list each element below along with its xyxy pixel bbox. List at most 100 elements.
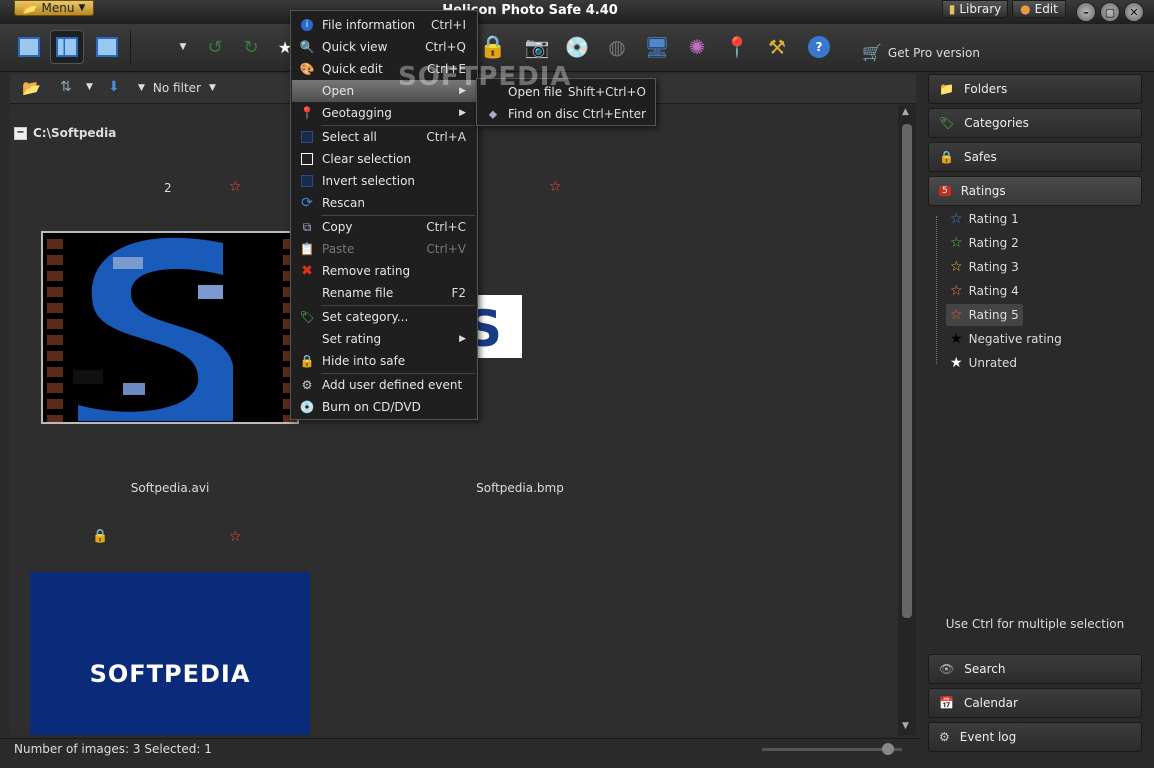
layout-left-button[interactable]: [12, 30, 46, 64]
effects-icon: ✺: [688, 35, 706, 59]
submenu-arrow-icon: ▶: [459, 334, 466, 344]
sort-direction-button[interactable]: ⬇: [108, 79, 120, 95]
menu-item-copy[interactable]: ⧉ Copy Ctrl+C: [292, 216, 476, 238]
tag-icon: 🏷: [299, 310, 315, 324]
panel-folders-button[interactable]: 📁 Folders: [928, 74, 1142, 104]
unrated-item[interactable]: ★ Unrated: [946, 352, 1021, 374]
menu-item-remove-rating[interactable]: ✖ Remove rating: [292, 260, 476, 282]
rating-5-item[interactable]: ☆ Rating 5: [946, 304, 1023, 326]
library-button[interactable]: ▮ Library: [942, 0, 1008, 18]
rating-1-item[interactable]: ☆ Rating 1: [946, 208, 1023, 230]
menu-item-label: Invert selection: [322, 174, 416, 188]
sort-dropdown[interactable]: ▼: [86, 82, 93, 92]
menu-item-file-information[interactable]: i File information Ctrl+I: [292, 14, 476, 36]
add-folder-icon: 📂: [22, 79, 41, 97]
rating-star-icon: ☆: [229, 179, 242, 195]
menu-item-quick-edit[interactable]: 🎨 Quick edit Ctrl+E: [292, 58, 476, 80]
tools-button[interactable]: ⚒: [760, 30, 794, 64]
menu-item-open[interactable]: Open ▶: [292, 80, 476, 102]
submenu-item-open-file[interactable]: Open file Shift+Ctrl+O: [478, 81, 656, 103]
remove-icon: ✖: [301, 263, 313, 279]
camera-button[interactable]: 📷: [520, 30, 554, 64]
scrollbar-thumb[interactable]: [902, 124, 912, 618]
menu-item-select-all[interactable]: Select all Ctrl+A: [292, 126, 476, 148]
layout-right-button[interactable]: [90, 30, 124, 64]
invert-selection-icon: [301, 175, 313, 187]
calendar-icon: 📅: [939, 696, 954, 710]
submenu-item-find-on-disc[interactable]: ⬥ Find on disc Ctrl+Enter: [478, 103, 656, 125]
collapse-icon[interactable]: −: [14, 126, 27, 140]
zoom-slider-handle[interactable]: [882, 743, 894, 755]
menu-item-hide-into-safe[interactable]: 🔒 Hide into safe: [292, 350, 476, 372]
layout-center-icon: [56, 37, 78, 57]
tag-icon: 🏷: [939, 116, 955, 130]
menu-item-set-rating[interactable]: Set rating ▶: [292, 328, 476, 350]
menu-item-paste[interactable]: 📋 Paste Ctrl+V: [292, 238, 476, 260]
menu-item-burn-on-cd-dvd[interactable]: 💿 Burn on CD/DVD: [292, 396, 476, 418]
scroll-up-icon[interactable]: ▲: [902, 107, 909, 117]
effects-button[interactable]: ✺: [680, 30, 714, 64]
rating-2-item[interactable]: ☆ Rating 2: [946, 232, 1023, 254]
minimize-button[interactable]: –: [1076, 2, 1096, 22]
panel-calendar-button[interactable]: 📅 Calendar: [928, 688, 1142, 718]
thumbnail-caption: Softpedia.bmp: [476, 481, 564, 495]
safe-button[interactable]: 🔒: [476, 30, 510, 64]
menu-item-clear-selection[interactable]: Clear selection: [292, 148, 476, 170]
edit-button[interactable]: ● Edit: [1012, 0, 1066, 18]
rating-3-item[interactable]: ☆ Rating 3: [946, 256, 1023, 278]
maximize-button[interactable]: ▢: [1100, 2, 1120, 22]
rating-item-label: Rating 5: [968, 308, 1019, 322]
menu-item-quick-view[interactable]: 🔍 Quick view Ctrl+Q: [292, 36, 476, 58]
categories-label: Categories: [964, 116, 1029, 130]
rating-4-item[interactable]: ☆ Rating 4: [946, 280, 1023, 302]
monitor-icon: 🖥: [644, 35, 670, 59]
menu-item-set-category[interactable]: 🏷 Set category...: [292, 306, 476, 328]
menu-item-label: Clear selection: [322, 152, 412, 166]
rating-badge-icon: 5: [939, 186, 951, 196]
negative-rating-item[interactable]: ★ Negative rating: [946, 328, 1066, 350]
help-button[interactable]: ?: [802, 30, 836, 64]
event-log-label: Event log: [959, 730, 1017, 744]
add-folder-button[interactable]: 📂: [22, 79, 41, 97]
menu-item-add-user-defined-event[interactable]: ⚙ Add user defined event: [292, 374, 476, 396]
chevron-down-icon: ▼: [78, 3, 86, 13]
dropdown-button[interactable]: ▼: [166, 30, 200, 64]
menu-item-label: Geotagging: [322, 106, 392, 120]
menu-item-label: Add user defined event: [322, 378, 463, 392]
folder-path: C:\Softpedia: [33, 126, 117, 140]
disc-icon: 💿: [564, 35, 590, 59]
rotate-left-button[interactable]: ↺: [198, 30, 232, 64]
panel-search-button[interactable]: 👁 Search: [928, 654, 1142, 684]
minimize-icon: –: [1083, 5, 1089, 19]
layout-center-button[interactable]: [50, 30, 84, 64]
globe-button[interactable]: ◍: [600, 30, 634, 64]
star-icon: ☆: [950, 235, 963, 251]
star-icon: ☆: [950, 259, 963, 275]
get-pro-link[interactable]: 🛒 Get Pro version: [862, 43, 980, 62]
panel-ratings-button[interactable]: 5 Ratings: [928, 176, 1142, 206]
chevron-down-icon: ▼: [86, 82, 93, 92]
menu-button[interactable]: 📂 Menu ▼: [14, 0, 94, 16]
panel-safes-button[interactable]: 🔒 Safes: [928, 142, 1142, 172]
folder-group-header[interactable]: − C:\Softpedia: [14, 126, 116, 140]
thumbnail-softpedia-logo[interactable]: SOFTPEDIA: [30, 572, 310, 735]
menu-item-invert-selection[interactable]: Invert selection: [292, 170, 476, 192]
close-button[interactable]: ✕: [1124, 2, 1144, 22]
map-button[interactable]: 📍: [720, 30, 754, 64]
thumbnail-softpedia-avi[interactable]: [41, 231, 299, 424]
sort-button[interactable]: ⇅: [60, 79, 72, 95]
zoom-slider[interactable]: [762, 748, 902, 751]
panel-categories-button[interactable]: 🏷 Categories: [928, 108, 1142, 138]
filter-dropdown[interactable]: ▼ No filter ▼: [138, 81, 216, 95]
menu-item-rename-file[interactable]: Rename file F2: [292, 282, 476, 304]
menu-item-rescan[interactable]: ⟳ Rescan: [292, 192, 476, 214]
scroll-down-icon[interactable]: ▼: [902, 721, 909, 731]
event-log-icon: ⚙: [301, 378, 313, 392]
monitor-button[interactable]: 🖥: [640, 30, 674, 64]
menu-item-geotagging[interactable]: 📍 Geotagging ▶: [292, 102, 476, 124]
burn-button[interactable]: 💿: [560, 30, 594, 64]
thumbnail-caption: Softpedia.avi: [130, 481, 210, 495]
cart-icon: 🛒: [862, 43, 882, 62]
rotate-right-button[interactable]: ↻: [234, 30, 268, 64]
panel-event-log-button[interactable]: ⚙ Event log: [928, 722, 1142, 752]
